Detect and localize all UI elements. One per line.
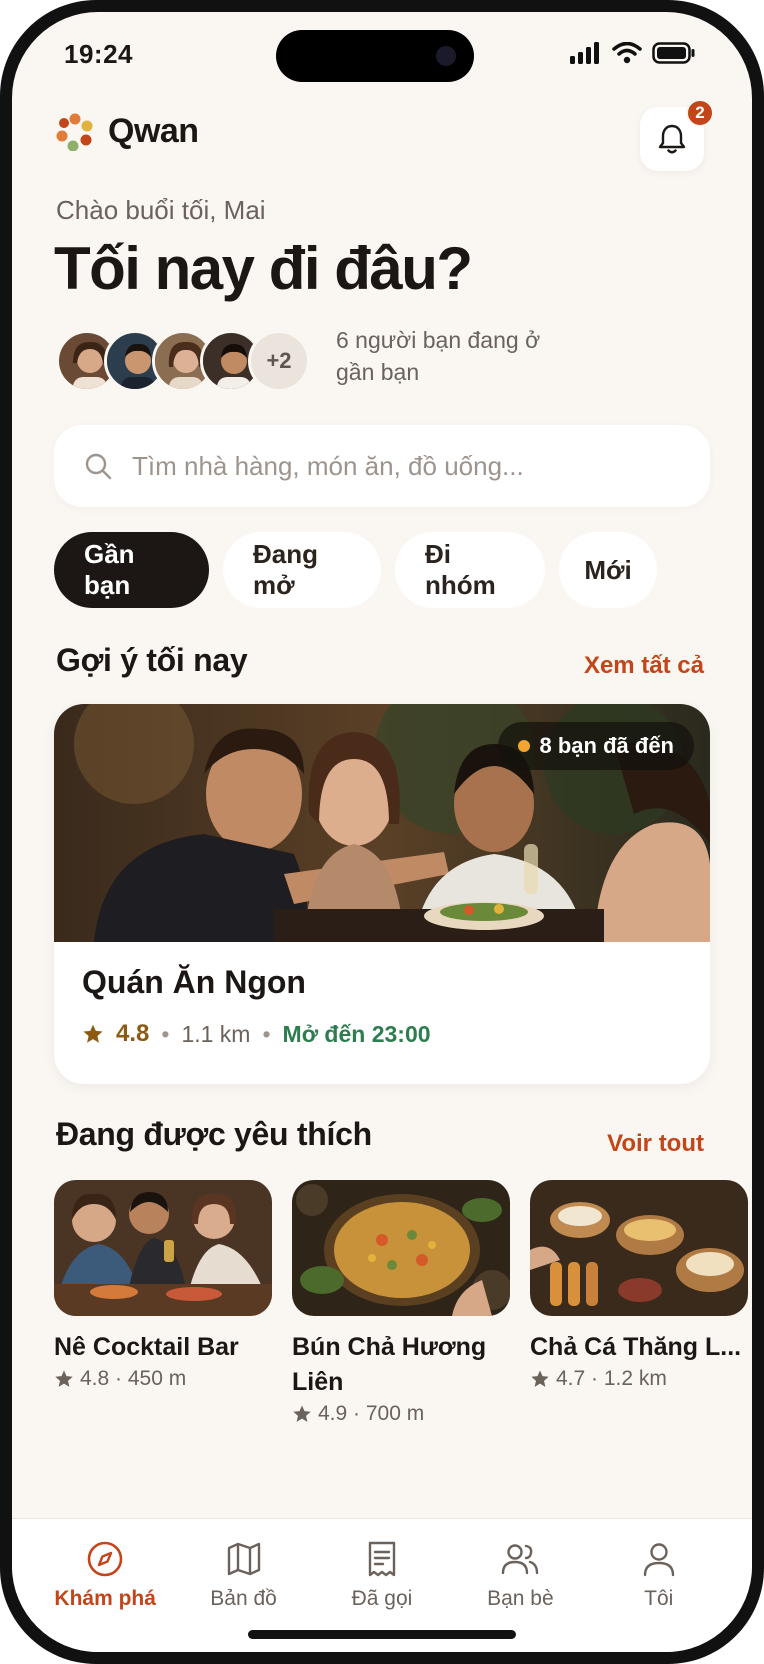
home-indicator[interactable] [248, 1630, 516, 1639]
section-title-popular: Đang được yêu thích [56, 1116, 372, 1152]
venue-meta: 4.9 · 700 m [292, 1402, 510, 1426]
signal-icon [570, 42, 599, 64]
venue-rating-distance: 4.7 · 1.2 km [556, 1367, 667, 1390]
list-item[interactable]: Bún Chả Hương Liên 4.9 · 700 m [292, 1180, 510, 1426]
see-all-tonight-link[interactable]: Xem tất cả [584, 652, 704, 680]
search-bar[interactable] [54, 425, 710, 507]
opening-hours: Mở đến 23:00 [282, 1020, 431, 1047]
friend-avatars[interactable]: +2 [56, 330, 310, 392]
featured-restaurant-card[interactable]: 8 bạn đã đến Quán Ăn Ngon 4.8 • 1.1 km •… [54, 704, 710, 1084]
distance-text: 1.1 km [181, 1020, 251, 1047]
tab-profile[interactable]: Tôi [599, 1539, 719, 1652]
map-icon [227, 1542, 260, 1576]
nearby-friends-text: 6 người bạn đang ở gần bạn [336, 327, 541, 385]
receipt-icon [368, 1541, 396, 1577]
notification-badge: 2 [686, 99, 714, 127]
tab-label: Đã gọi [351, 1587, 413, 1610]
greeting-text: Chào buổi tối, Mai [56, 195, 266, 225]
users-icon [502, 1544, 539, 1575]
filter-chips: Gần bạn Đang mở Đi nhóm Mới [54, 532, 657, 608]
star-icon [531, 1370, 549, 1387]
battery-icon [652, 42, 695, 64]
page-title: Tối nay đi đâu? [54, 235, 473, 302]
star-icon [293, 1405, 311, 1422]
chip-group[interactable]: Đi nhóm [395, 532, 545, 608]
status-icons [570, 42, 696, 64]
chip-new[interactable]: Mới [559, 532, 657, 608]
venue-meta: 4.8 · 450 m [54, 1367, 272, 1391]
wifi-icon [612, 42, 642, 64]
chip-near-you[interactable]: Gần bạn [54, 532, 209, 608]
section-title-tonight: Gợi ý tối nay [56, 642, 248, 678]
tab-explore[interactable]: Khám phá [45, 1539, 165, 1652]
venue-name: Nê Cocktail Bar [54, 1333, 239, 1361]
restaurant-name: Quán Ăn Ngon [82, 964, 306, 1000]
app-name: Qwan [108, 112, 199, 150]
friends-visited-badge: 8 bạn đã đến [497, 722, 694, 770]
tab-label: Tôi [644, 1587, 674, 1610]
friends-visited-text: 8 bạn đã đến [539, 733, 674, 758]
popular-list: Nê Cocktail Bar 4.8 · 450 m Bún Chả Hươn… [54, 1180, 748, 1426]
venue-name: Chả Cá Thăng L... [530, 1333, 742, 1361]
notifications-button[interactable]: 2 [640, 99, 714, 171]
status-time: 19:24 [64, 39, 133, 69]
venue-meta: 4.7 · 1.2 km [530, 1367, 748, 1391]
venue-name: Bún Chả Hương Liên [292, 1333, 487, 1396]
phone-frame: 19:24 Qwan 2 Chào buổi tối, Mai Tối nay … [0, 0, 764, 1664]
tab-label: Khám phá [54, 1587, 156, 1610]
more-friends-badge: +2 [248, 330, 310, 392]
separator: • [161, 1020, 170, 1047]
see-all-popular-link[interactable]: Voir tout [607, 1130, 704, 1158]
user-icon [643, 1543, 674, 1577]
tab-label: Bạn bè [487, 1587, 554, 1610]
venue-photo [530, 1180, 748, 1316]
list-item[interactable]: Chả Cá Thăng L... 4.7 · 1.2 km [530, 1180, 748, 1426]
star-icon [83, 1024, 103, 1043]
screen: 19:24 Qwan 2 Chào buổi tối, Mai Tối nay … [12, 12, 752, 1652]
separator: • [262, 1020, 271, 1047]
restaurant-meta: 4.8 • 1.1 km • Mở đến 23:00 [82, 1020, 431, 1048]
venue-rating-distance: 4.8 · 450 m [80, 1367, 187, 1390]
search-icon [85, 453, 112, 480]
search-input[interactable] [132, 450, 652, 482]
app-logo: Qwan [56, 112, 199, 151]
tab-label: Bản đồ [210, 1587, 277, 1610]
venue-rating-distance: 4.9 · 700 m [318, 1402, 425, 1425]
list-item[interactable]: Nê Cocktail Bar 4.8 · 450 m [54, 1180, 272, 1426]
compass-icon [87, 1541, 123, 1577]
star-icon [55, 1370, 73, 1387]
chip-open-now[interactable]: Đang mở [223, 532, 381, 608]
dot-icon [517, 740, 530, 752]
rating-value: 4.8 [116, 1020, 150, 1047]
dynamic-island [276, 30, 474, 82]
logo-mark-icon [56, 113, 93, 151]
bell-icon [658, 124, 686, 154]
venue-photo [54, 1180, 272, 1316]
venue-photo [292, 1180, 510, 1316]
